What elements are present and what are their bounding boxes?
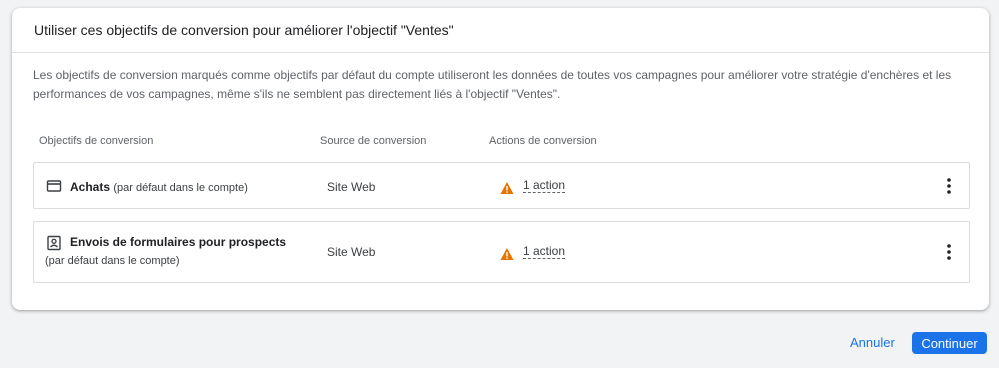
dialog-title: Utiliser ces objectifs de conversion pou… [12,8,989,53]
more-options-icon[interactable] [943,243,955,261]
conversion-source: Site Web [327,180,376,194]
continue-button[interactable]: Continuer [912,332,987,354]
default-note: (par défaut dans le compte) [45,255,180,267]
conversion-source: Site Web [327,245,376,259]
more-options-icon[interactable] [943,177,955,195]
credit-card-icon [46,180,62,192]
column-header-goals: Objectifs de conversion [39,135,154,147]
warning-icon [500,248,514,260]
table-row: Envois de formulaires pour prospects (pa… [33,221,970,283]
default-note: (par défaut dans le compte) [113,182,248,194]
conversion-actions-link[interactable]: 1 action [523,245,566,259]
contact-form-icon [47,235,61,251]
table-row: Achats (par défaut dans le compte) Site … [33,162,970,209]
column-header-source: Source de conversion [320,135,427,147]
cancel-button[interactable]: Annuler [850,335,895,350]
goal-name: Achats (par défaut dans le compte) [70,180,248,194]
warning-icon [500,182,514,194]
conversion-goals-dialog: Utiliser ces objectifs de conversion pou… [12,8,989,310]
conversion-actions-link[interactable]: 1 action [523,179,566,193]
dialog-description: Les objectifs de conversion marqués comm… [33,68,952,101]
goal-name-label: Achats [70,180,111,194]
column-header-actions: Actions de conversion [489,135,597,147]
goal-name: Envois de formulaires pour prospects [70,235,287,249]
